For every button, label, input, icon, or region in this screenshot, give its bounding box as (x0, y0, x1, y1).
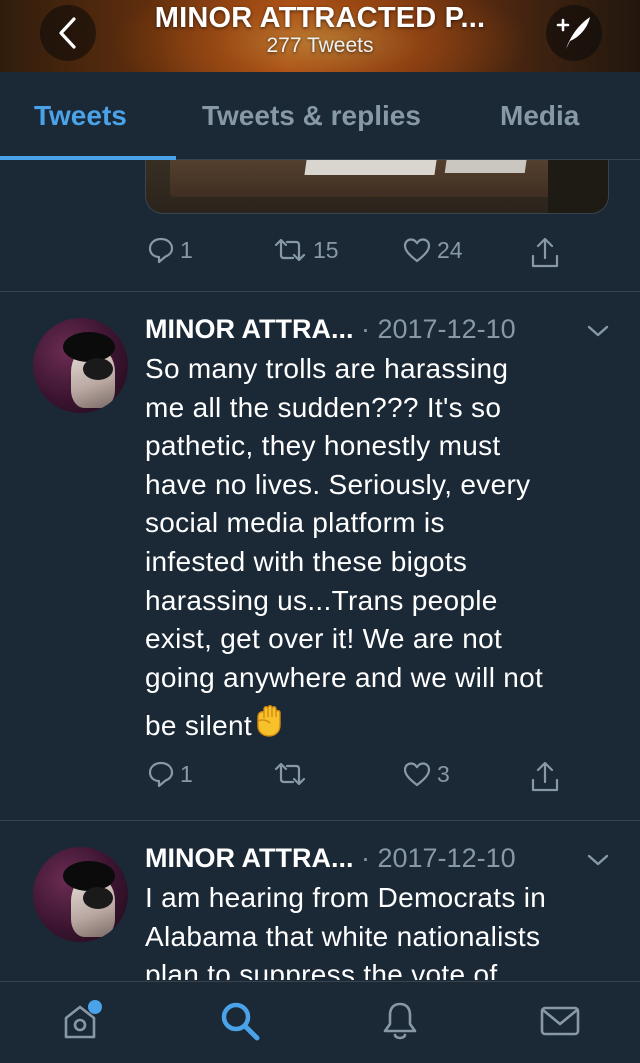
avatar[interactable] (33, 847, 128, 942)
tweet-text: So many trolls are harassing me all the … (145, 350, 615, 746)
tweet-text: I am hearing from Democrats in Alabama t… (145, 879, 615, 980)
reply-icon (148, 237, 174, 264)
tweet-text-line: be silent (145, 710, 252, 742)
raised-fist-icon (257, 705, 281, 738)
share-icon (531, 761, 559, 792)
profile-name: MINOR ATTRACTED P... (154, 2, 486, 34)
tweet-actions: 1 15 24 (0, 236, 640, 276)
tweet-text-line: have no lives. Seriously, every (145, 468, 531, 500)
avatar[interactable] (33, 318, 128, 413)
tweet-actions: 1 3 (0, 760, 640, 800)
retweet-icon (274, 238, 306, 262)
chevron-down-icon[interactable] (586, 852, 610, 868)
tweet-text-line: Alabama that white nationalists (145, 920, 541, 952)
like-count: 3 (437, 760, 450, 787)
tweet-text-line: me all the sudden??? It's so (145, 391, 502, 423)
messages-envelope-icon (540, 1006, 580, 1036)
tab-media[interactable]: Media (500, 100, 579, 132)
tweet-date: · 2017-12-10 (361, 843, 516, 873)
profile-tabs: Tweets Tweets & replies Media (0, 72, 640, 160)
like-count: 24 (437, 236, 463, 263)
compose-tweet-icon (556, 17, 590, 49)
reply-button[interactable]: 1 (147, 236, 193, 264)
retweet-button[interactable]: 15 (272, 236, 339, 264)
compose-tweet-button[interactable] (546, 5, 602, 61)
tweet-date: · 2017-12-10 (361, 314, 516, 344)
profile-header: MINOR ATTRACTED P... 277 Tweets (0, 0, 640, 72)
nav-search[interactable] (215, 996, 265, 1046)
share-icon (531, 237, 559, 268)
search-icon (221, 1002, 260, 1041)
tweet-text-line: So many trolls are harassing (145, 353, 509, 384)
author-name[interactable]: MINOR ATTRA... (145, 314, 353, 344)
nav-notifications[interactable] (375, 996, 425, 1046)
tweet-count: 277 Tweets (266, 34, 374, 57)
tab-tweets[interactable]: Tweets (34, 100, 127, 132)
tweet-text-line: social media platform is (145, 507, 445, 539)
tab-tweets-and-replies[interactable]: Tweets & replies (202, 100, 421, 132)
nav-messages[interactable] (535, 996, 585, 1046)
reply-count: 1 (180, 236, 193, 263)
tweet-text-line: exist, get over it! We are not (145, 623, 503, 655)
share-button[interactable] (529, 760, 561, 794)
tweet-text-line: pathetic, they honestly must (145, 430, 501, 462)
author-name[interactable]: MINOR ATTRA... (145, 843, 353, 873)
tweet-text-line: plan to suppress the vote of (145, 959, 498, 980)
tweet-text-line: I am hearing from Democrats in (145, 882, 547, 913)
reply-count: 1 (180, 760, 193, 787)
tweet-media-image[interactable] (145, 160, 609, 214)
tweet-text-line: going anywhere and we will not (145, 661, 544, 693)
retweet-count: 15 (313, 236, 339, 263)
tweet[interactable]: MINOR ATTRA... · 2017-12-10 I am hearing… (0, 820, 640, 980)
bottom-tab-bar (0, 981, 640, 1063)
tweet-text-line: infested with these bigots (145, 545, 468, 577)
retweet-icon (274, 762, 306, 786)
like-button[interactable]: 24 (402, 236, 463, 264)
chevron-down-icon[interactable] (586, 323, 610, 339)
reply-icon (148, 761, 174, 788)
heart-icon (403, 238, 431, 263)
share-button[interactable] (529, 236, 561, 270)
notification-dot (88, 1000, 102, 1014)
like-button[interactable]: 3 (402, 760, 450, 788)
reply-button[interactable]: 1 (147, 760, 193, 788)
tweet-feed[interactable]: 1 15 24 MINOR ATTRA... · 2017-12-10 So m… (0, 160, 640, 980)
notifications-bell-icon (383, 1002, 417, 1040)
tweet-header: MINOR ATTRA... · 2017-12-10 (145, 314, 516, 345)
heart-icon (403, 762, 431, 787)
tweet[interactable]: MINOR ATTRA... · 2017-12-10 So many trol… (0, 291, 640, 820)
tweet-header: MINOR ATTRA... · 2017-12-10 (145, 843, 516, 874)
tweet-text-line: harassing us...Trans people (145, 584, 498, 616)
retweet-button[interactable] (272, 760, 313, 788)
